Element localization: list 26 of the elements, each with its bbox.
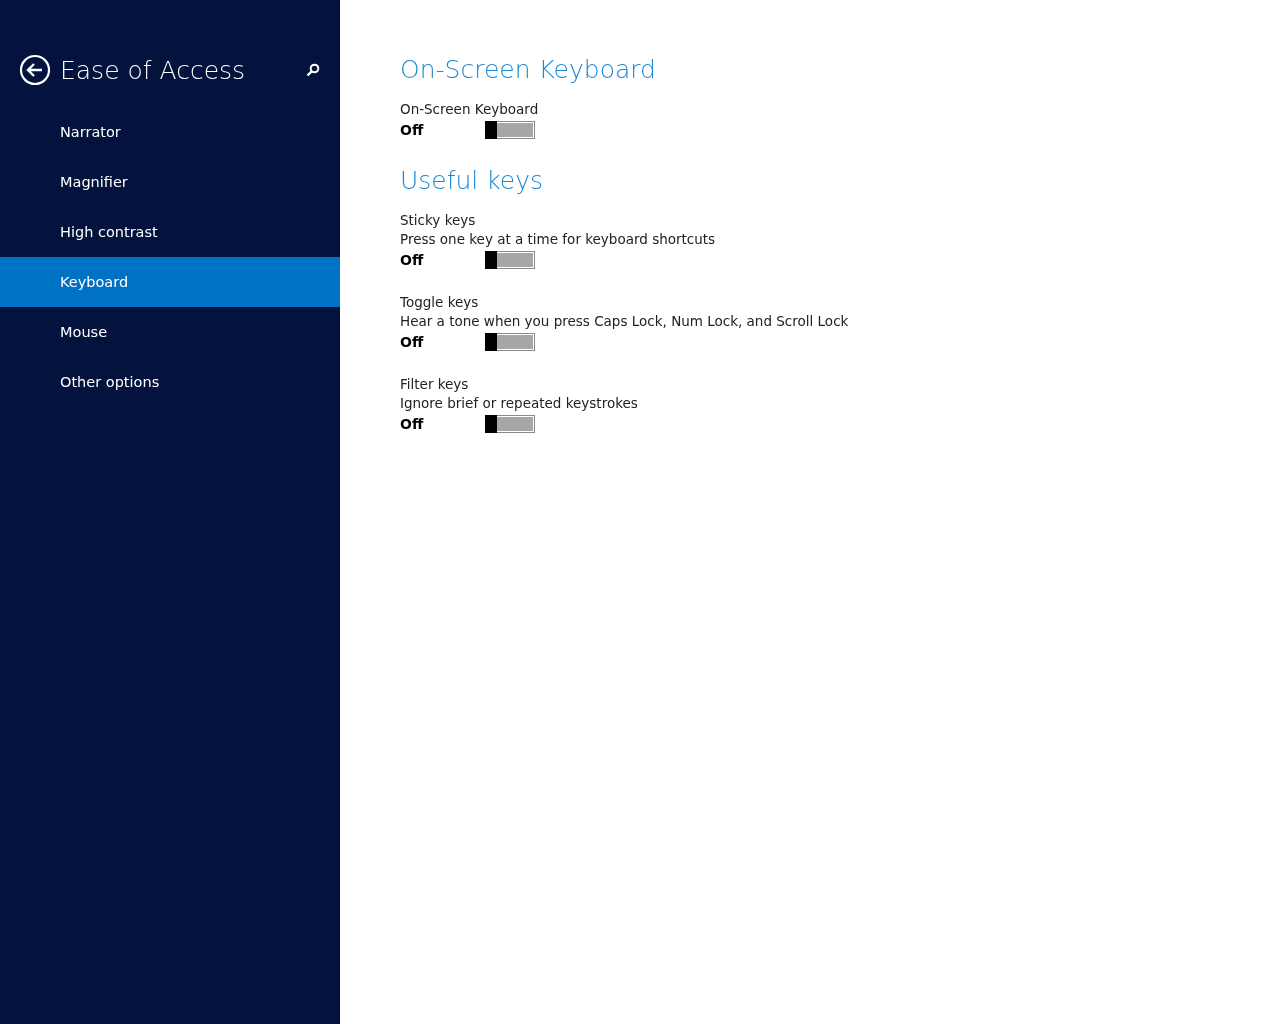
sidebar-item[interactable]: High contrast	[0, 207, 340, 257]
section-heading: On-Screen Keyboard	[400, 54, 657, 86]
back-button[interactable]	[19, 54, 51, 86]
toggle-switch[interactable]	[485, 121, 535, 139]
setting-label: Toggle keys	[400, 293, 480, 312]
setting-label: Sticky keys	[400, 211, 477, 230]
sidebar-item[interactable]: Keyboard	[0, 257, 340, 307]
setting-description: Hear a tone when you press Caps Lock, Num Lock, and Scroll Lock	[400, 312, 850, 331]
toggle-state-text: Off	[400, 122, 425, 138]
toggle-state-text: Off	[400, 416, 425, 432]
setting-description: Ignore brief or repeated keystrokes	[400, 394, 639, 413]
toggle-state-text: Off	[400, 334, 425, 350]
sidebar-item[interactable]: Mouse	[0, 307, 340, 357]
setting-description: Press one key at a time for keyboard shortcuts	[400, 230, 717, 249]
toggle-switch[interactable]	[485, 251, 535, 269]
toggle-switch[interactable]	[485, 415, 535, 433]
section-heading: Useful keys	[400, 165, 545, 197]
sidebar-item[interactable]: Other options	[0, 357, 340, 407]
toggle-switch[interactable]	[485, 333, 535, 351]
sidebar-title: Ease of Access	[60, 55, 247, 85]
toggle-state-text: Off	[400, 252, 425, 268]
sidebar-item[interactable]: Magnifier	[0, 157, 340, 207]
setting-label: On-Screen Keyboard	[400, 100, 540, 119]
search-button[interactable]	[306, 63, 320, 77]
sidebar-item[interactable]: Narrator	[0, 107, 340, 157]
setting-label: Filter keys	[400, 375, 470, 394]
